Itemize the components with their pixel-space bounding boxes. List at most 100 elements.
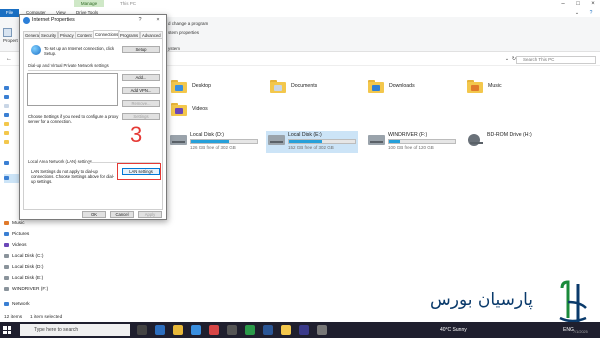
setup-button[interactable]: Setup bbox=[122, 46, 160, 53]
sidebar-item-videos[interactable]: Videos bbox=[4, 241, 27, 250]
tab-privacy[interactable]: Privacy bbox=[58, 31, 76, 38]
system-group-label: ystem bbox=[168, 46, 181, 51]
close-icon[interactable]: × bbox=[586, 0, 600, 8]
sidebar-item-local-disk-c[interactable]: Local Disk (C:) bbox=[4, 252, 43, 261]
help-icon[interactable]: ? bbox=[584, 9, 598, 17]
sidebar-item-network[interactable]: Network bbox=[4, 300, 30, 309]
folder-name: Downloads bbox=[389, 83, 415, 89]
sidebar-item-local-disk-d[interactable]: Local Disk (D:) bbox=[4, 263, 43, 272]
add-button[interactable]: Add... bbox=[122, 74, 160, 81]
internet-globe-icon bbox=[23, 17, 30, 24]
change-program-link[interactable]: d change a program bbox=[168, 21, 208, 26]
store-icon[interactable] bbox=[191, 325, 201, 335]
help-icon[interactable]: ? bbox=[136, 16, 144, 24]
drive-local-disk-d[interactable]: Local Disk (D:) 126 GB free of 302 GB bbox=[168, 131, 260, 153]
drive-free-space: 100 GB free of 120 GB bbox=[388, 145, 434, 150]
setup-description: To set up an Internet connection, click … bbox=[44, 46, 115, 57]
drive-local-disk-e[interactable]: Local Disk (E:) 152 GB free of 302 GB bbox=[266, 131, 358, 153]
word-icon[interactable] bbox=[263, 325, 273, 335]
folder-name: Desktop bbox=[192, 83, 212, 89]
settings-button[interactable]: Settings bbox=[122, 113, 160, 120]
tab-file[interactable]: File bbox=[0, 9, 19, 17]
quick-access-icon bbox=[4, 85, 9, 90]
hard-drive-icon bbox=[268, 135, 285, 145]
ok-button[interactable]: OK bbox=[82, 211, 106, 218]
dialog-tabs: General Security Privacy Content Connect… bbox=[23, 30, 163, 38]
manage-context-tab[interactable]: Manage bbox=[74, 0, 104, 7]
internet-properties-dialog: Internet Properties ? × General Security… bbox=[19, 14, 167, 220]
task-view-icon[interactable] bbox=[137, 325, 147, 335]
hard-drive-icon bbox=[170, 135, 187, 145]
sidebar-expand-icon[interactable] bbox=[4, 138, 12, 147]
drive-usage-fill bbox=[191, 140, 230, 143]
group-divider bbox=[28, 70, 160, 71]
system-properties-link[interactable]: stem properties bbox=[168, 30, 199, 35]
sidebar-expand-icon[interactable] bbox=[4, 93, 12, 102]
file-explorer-icon[interactable] bbox=[173, 325, 183, 335]
drive-name: BD-ROM Drive (H:) bbox=[487, 132, 532, 138]
music-icon bbox=[4, 220, 9, 225]
drive-icon bbox=[4, 264, 9, 269]
drive-name: WINDRIVER (F:) bbox=[388, 132, 428, 138]
cancel-button[interactable]: Cancel bbox=[110, 211, 134, 218]
clock-date[interactable]: 7/1/2025 bbox=[573, 330, 588, 334]
folder-icon bbox=[467, 80, 483, 93]
tab-programs[interactable]: Programs bbox=[118, 31, 141, 38]
sidebar-item-label: Local Disk (E:) bbox=[12, 276, 44, 281]
folder-desktop[interactable]: Desktop bbox=[171, 80, 261, 104]
drive-usage-fill bbox=[389, 140, 401, 143]
sidebar-item-label: Pictures bbox=[12, 232, 30, 237]
sidebar-expand-icon[interactable] bbox=[4, 102, 12, 111]
taskbar-search-input[interactable]: Type here to search bbox=[20, 324, 130, 336]
folder-documents[interactable]: Documents bbox=[270, 80, 360, 104]
chrome-icon[interactable] bbox=[245, 325, 255, 335]
apply-button[interactable]: Apply bbox=[138, 211, 162, 218]
sidebar-expand-icon[interactable] bbox=[4, 111, 12, 120]
sidebar-expand-icon[interactable] bbox=[4, 84, 12, 93]
drive-usage-bar bbox=[388, 139, 456, 144]
mail-icon[interactable] bbox=[209, 325, 219, 335]
dialog-title-bar: Internet Properties ? × bbox=[20, 15, 166, 26]
drive-windriver-f[interactable]: WINDRIVER (F:) 100 GB free of 120 GB bbox=[366, 131, 458, 153]
folder-videos[interactable]: Videos bbox=[171, 103, 261, 127]
sidebar-item-windriver-f[interactable]: WINDRIVER (F:) bbox=[4, 285, 48, 294]
app-icon[interactable] bbox=[299, 325, 309, 335]
sidebar-item-local-disk-e[interactable]: Local Disk (E:) bbox=[4, 274, 43, 283]
folder-music[interactable]: Music bbox=[467, 80, 557, 104]
sidebar-item-music[interactable]: Music bbox=[4, 219, 25, 228]
search-input[interactable]: Search This PC bbox=[516, 56, 596, 64]
remove-button[interactable]: Remove... bbox=[122, 100, 160, 107]
lan-group-label: Local Area Network (LAN) settings bbox=[28, 159, 93, 164]
properties-ribbon-icon[interactable]: Propert bbox=[3, 28, 18, 43]
back-arrow-icon[interactable]: ← bbox=[2, 55, 16, 63]
tab-security[interactable]: Security bbox=[39, 31, 59, 38]
close-icon[interactable]: × bbox=[154, 16, 162, 24]
status-bar: 12 items 1 item selected bbox=[0, 314, 600, 322]
edge-icon[interactable] bbox=[155, 325, 165, 335]
windows-start-icon[interactable] bbox=[3, 326, 11, 334]
minimize-icon[interactable]: – bbox=[556, 0, 570, 8]
sidebar-expand-icon[interactable] bbox=[4, 120, 12, 129]
step-number-annotation: 3 bbox=[130, 122, 143, 147]
folder-app-icon[interactable] bbox=[281, 325, 291, 335]
weather-widget[interactable]: 40°C Sunny bbox=[440, 324, 467, 336]
folder-downloads[interactable]: Downloads bbox=[368, 80, 458, 104]
sidebar-expand-icon[interactable] bbox=[4, 159, 12, 168]
sidebar-expand-icon[interactable] bbox=[4, 129, 12, 138]
sidebar-item-label: Local Disk (C:) bbox=[12, 254, 44, 259]
drive-bd-rom-h[interactable]: BD-ROM Drive (H:) bbox=[465, 131, 557, 153]
app-icon[interactable] bbox=[227, 325, 237, 335]
tab-content[interactable]: Content bbox=[75, 31, 94, 38]
sidebar-item-pictures[interactable]: Pictures bbox=[4, 230, 29, 239]
maximize-icon[interactable]: □ bbox=[571, 0, 585, 8]
explorer-window-title: This PC bbox=[120, 1, 137, 6]
add-vpn-button[interactable]: Add VPN... bbox=[122, 87, 160, 94]
folder-icon bbox=[4, 130, 9, 135]
tab-advanced[interactable]: Advanced bbox=[140, 31, 163, 38]
tab-connections[interactable]: Connections bbox=[93, 30, 121, 38]
ribbon-expand-icon[interactable]: ⌄ bbox=[570, 9, 584, 17]
dialup-connection-list[interactable] bbox=[27, 73, 118, 106]
app-icon[interactable] bbox=[317, 325, 327, 335]
folder-icon bbox=[4, 139, 9, 144]
dialog-title: Internet Properties bbox=[32, 17, 75, 23]
